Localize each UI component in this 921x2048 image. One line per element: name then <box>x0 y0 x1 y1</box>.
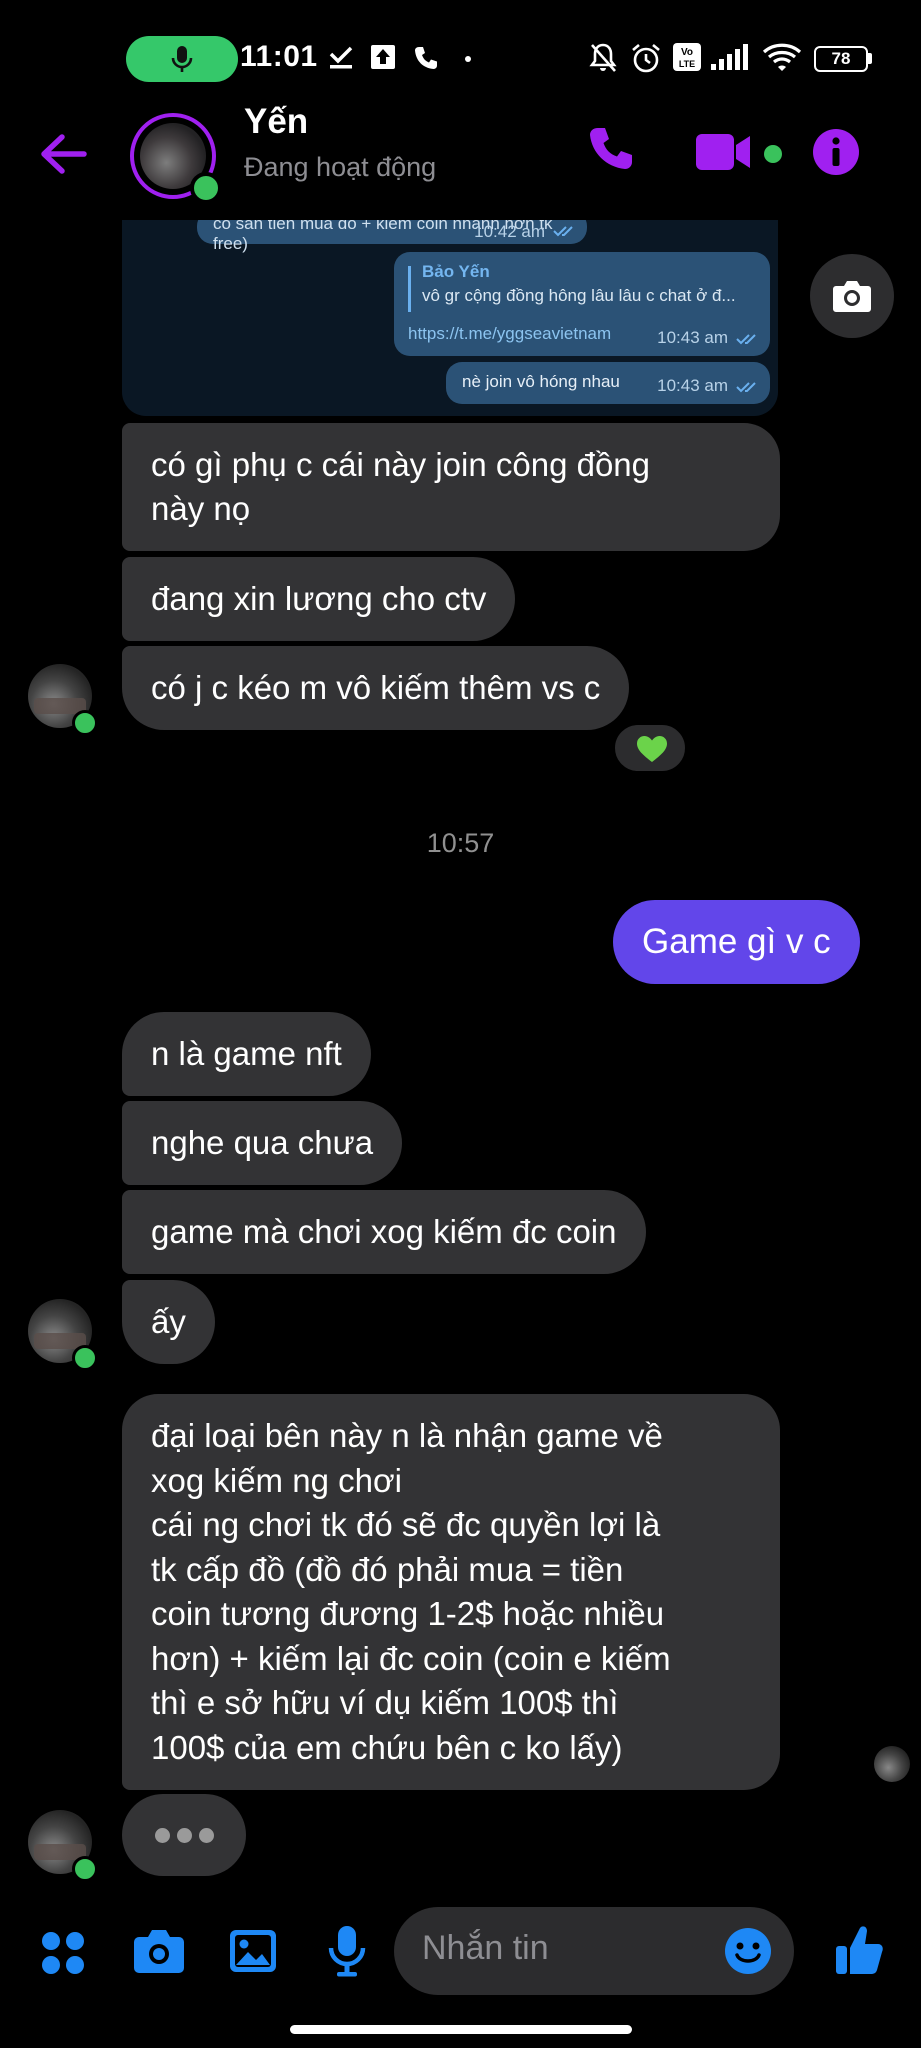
microphone-icon[interactable] <box>326 1924 368 1978</box>
typing-dot <box>199 1828 214 1843</box>
mute-bell-icon <box>589 43 617 72</box>
incoming-message[interactable]: đang xin lương cho ctv <box>122 557 516 641</box>
double-check-icon <box>553 226 573 237</box>
alarm-icon <box>632 44 660 73</box>
camera-shortcut-button[interactable] <box>810 254 894 338</box>
outgoing-message[interactable]: Game gì v c <box>613 900 860 984</box>
home-indicator[interactable] <box>290 2025 632 2034</box>
upload-icon <box>371 45 395 69</box>
contact-name[interactable]: Yến <box>244 102 308 142</box>
message-input[interactable]: Nhắn tin <box>394 1907 794 1995</box>
online-indicator <box>72 1345 98 1371</box>
online-indicator <box>190 172 222 204</box>
typing-dot <box>155 1828 170 1843</box>
message-input-placeholder: Nhắn tin <box>422 1929 549 1967</box>
incoming-message[interactable]: ấy <box>122 1280 215 1364</box>
double-check-icon <box>736 334 756 345</box>
incoming-message[interactable]: game mà chơi xog kiếm đc coin <box>122 1190 646 1274</box>
video-active-dot <box>764 145 782 163</box>
volte-icon: VoLTE <box>673 43 701 71</box>
svg-text:Vo: Vo <box>681 47 693 58</box>
incoming-message[interactable]: có gì phụ c cái này join công đồng này n… <box>122 423 780 551</box>
notification-dot <box>465 56 471 62</box>
contact-status: Đang hoạt động <box>244 152 437 182</box>
typing-indicator <box>122 1794 246 1876</box>
image-bubble-3-time: 10:43 am <box>657 376 728 395</box>
incoming-message[interactable]: đại loại bên này n là nhận game về xog k… <box>122 1394 780 1790</box>
battery-icon-tip <box>868 53 872 64</box>
online-indicator <box>72 710 98 736</box>
incoming-message[interactable]: n là game nft <box>122 1012 371 1096</box>
battery-level: 78 <box>814 46 868 72</box>
reply-bar <box>408 266 411 312</box>
microphone-icon <box>171 46 193 72</box>
incoming-message[interactable]: có j c kéo m vô kiếm thêm vs c <box>122 646 630 730</box>
download-done-icon <box>329 46 353 69</box>
image-bubble-1: có sẵn tiền mua đồ + kiếm coin nhanh hơn… <box>197 220 587 253</box>
camera-icon[interactable] <box>132 1926 186 1976</box>
online-indicator <box>72 1856 98 1882</box>
gallery-icon[interactable] <box>228 1928 278 1974</box>
reply-name: Bảo Yến <box>422 262 490 281</box>
reply-quote: vô gr cộng đồng hông lâu lâu c chat ở đ.… <box>422 286 736 305</box>
seen-avatar <box>874 1746 910 1782</box>
image-bubble-2-time: 10:43 am <box>657 328 728 347</box>
emoji-icon[interactable] <box>724 1927 772 1975</box>
camera-icon <box>833 281 871 312</box>
incoming-message[interactable]: nghe qua chưa <box>122 1101 403 1185</box>
typing-dot <box>177 1828 192 1843</box>
like-thumb-icon[interactable] <box>834 1924 884 1976</box>
image-bubble-3-text: nè join vô hóng nhau <box>462 372 620 391</box>
green-heart-icon <box>637 736 667 762</box>
time-separator: 10:57 <box>426 828 495 858</box>
image-bubble-1-time: 10:42 am <box>474 222 545 241</box>
call-status-icon <box>415 47 437 69</box>
status-time: 11:01 <box>240 40 318 73</box>
info-icon[interactable] <box>812 128 860 176</box>
voice-call-icon[interactable] <box>586 124 636 174</box>
svg-text:LTE: LTE <box>679 59 695 69</box>
back-arrow-icon[interactable] <box>38 132 88 176</box>
video-call-icon[interactable] <box>694 132 756 172</box>
image-bubble-2: Bảo Yến vô gr cộng đồng hông lâu lâu c c… <box>394 252 770 356</box>
wifi-icon <box>762 43 802 71</box>
double-check-icon <box>736 382 756 393</box>
image-bubble-3: nè join vô hóng nhau 10:43 am <box>446 362 770 404</box>
shared-image-message[interactable]: có sẵn tiền mua đồ + kiếm coin nhanh hơn… <box>122 220 778 416</box>
active-mic-indicator[interactable] <box>126 36 238 82</box>
signal-icon <box>711 44 748 70</box>
message-reaction[interactable] <box>612 722 688 774</box>
image-link: https://t.me/yggseavietnam <box>408 324 612 343</box>
menu-grid-icon[interactable] <box>40 1930 86 1976</box>
